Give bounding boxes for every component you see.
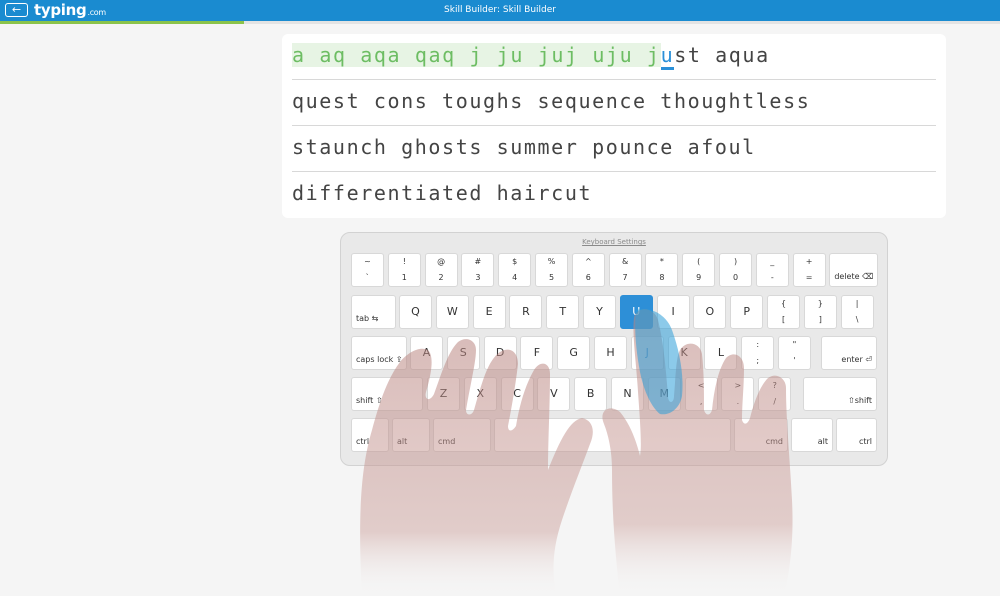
key-t[interactable]: T xyxy=(546,295,580,329)
typed-word: a xyxy=(292,43,306,67)
key-l[interactable]: L xyxy=(704,336,738,370)
typed-word: uju xyxy=(592,43,634,67)
key-z[interactable]: Z xyxy=(427,377,460,411)
virtual-keyboard: Keyboard Settings ~ `! 1 @2 #3 $4% 5 ^ 6 & 7 * 8(9) 0… xyxy=(340,232,888,466)
key-shift-left[interactable]: shift ⇧ xyxy=(351,377,423,411)
key-h[interactable]: H xyxy=(594,336,627,370)
typed-word: aq xyxy=(319,43,347,67)
key-2[interactable]: @2 xyxy=(424,253,458,287)
key-8[interactable]: * 8 xyxy=(645,253,679,287)
key-space[interactable] xyxy=(494,418,731,452)
key--[interactable]: _ - xyxy=(755,253,789,287)
key-w[interactable]: W xyxy=(435,295,469,329)
lesson-line-4: differentiated haircut xyxy=(292,181,593,205)
key-alt-left[interactable]: alt xyxy=(392,418,430,452)
key-j[interactable]: J xyxy=(630,336,664,370)
current-word-typed: j xyxy=(646,43,661,67)
key-a[interactable]: A xyxy=(410,336,443,370)
top-bar: ← typing.com Skill Builder: Skill Builde… xyxy=(0,0,1000,21)
key-delete[interactable]: delete ⌫ xyxy=(829,253,879,287)
key-y[interactable]: Y xyxy=(583,295,616,329)
key-k[interactable]: K xyxy=(667,336,701,370)
key-e[interactable]: E xyxy=(472,295,506,329)
key-u[interactable]: U xyxy=(619,295,653,329)
key-`[interactable]: ~ ` xyxy=(351,253,384,287)
typed-word: ju xyxy=(496,43,525,67)
key-5[interactable]: % 5 xyxy=(535,253,568,287)
key-cmd-left[interactable]: cmd xyxy=(433,418,491,452)
typed-word: aqa xyxy=(360,43,402,67)
key-][interactable]: }] xyxy=(803,295,837,329)
key-o[interactable]: O xyxy=(693,295,727,329)
key-n[interactable]: N xyxy=(611,377,644,411)
key-comma[interactable]: <, xyxy=(684,377,718,411)
key-\[interactable]: | \ xyxy=(840,295,874,329)
typed-word: qaq xyxy=(414,43,456,67)
key-ctrl-right[interactable]: ctrl xyxy=(836,418,877,452)
progress-bar xyxy=(0,21,244,24)
current-word-rest: st aqua xyxy=(674,43,770,67)
key-7[interactable]: & 7 xyxy=(608,253,642,287)
key-0[interactable]: ) 0 xyxy=(719,253,752,287)
lesson-line-1: a aq aqa qaq j ju juj uju just aqua xyxy=(292,34,936,80)
keyboard-settings-link[interactable]: Keyboard Settings xyxy=(341,238,887,246)
key-9[interactable]: (9 xyxy=(682,253,716,287)
lesson-line-3: staunch ghosts summer pounce afoul xyxy=(292,126,936,172)
key-tab[interactable]: tab ⇆ xyxy=(351,295,396,329)
key-alt-right[interactable]: alt xyxy=(791,418,833,452)
typed-word: j xyxy=(469,43,484,67)
key-caps-lock[interactable]: caps lock ⇪ xyxy=(351,336,407,370)
page-title: Skill Builder: Skill Builder xyxy=(444,5,556,15)
key-i[interactable]: I xyxy=(656,295,690,329)
current-character: u xyxy=(660,43,675,70)
key-q[interactable]: Q xyxy=(399,295,432,329)
key-x[interactable]: X xyxy=(463,377,497,411)
key-shift-right[interactable]: ⇧shift xyxy=(803,377,877,411)
key-semicolon[interactable]: :; xyxy=(741,336,775,370)
lesson-line-2: quest cons toughs sequence thoughtless xyxy=(292,80,936,126)
key-s[interactable]: S xyxy=(446,336,480,370)
key-d[interactable]: D xyxy=(483,336,517,370)
key-4[interactable]: $4 xyxy=(498,253,532,287)
lesson-text-panel[interactable]: a aq aqa qaq j ju juj uju just aqua ques… xyxy=(282,34,946,218)
key-g[interactable]: G xyxy=(557,336,591,370)
key-enter[interactable]: enter ⏎ xyxy=(821,336,877,370)
key-[[interactable]: {[ xyxy=(767,295,800,329)
typed-word: juj xyxy=(537,43,579,67)
key-quote[interactable]: " ' xyxy=(778,336,811,370)
key-r[interactable]: R xyxy=(509,295,543,329)
key-=[interactable]: + = xyxy=(792,253,826,287)
key-3[interactable]: #3 xyxy=(461,253,495,287)
key-f[interactable]: F xyxy=(520,336,554,370)
key-c[interactable]: C xyxy=(500,377,534,411)
key-1[interactable]: ! 1 xyxy=(387,253,421,287)
key-b[interactable]: B xyxy=(574,377,608,411)
key-cmd-right[interactable]: cmd xyxy=(734,418,788,452)
key-slash[interactable]: ? / xyxy=(758,377,792,411)
key-m[interactable]: M xyxy=(647,377,681,411)
key-p[interactable]: P xyxy=(730,295,764,329)
key-6[interactable]: ^ 6 xyxy=(571,253,605,287)
key-ctrl-left[interactable]: ctrl xyxy=(351,418,389,452)
key-period[interactable]: >. xyxy=(721,377,755,411)
key-v[interactable]: V xyxy=(537,377,571,411)
